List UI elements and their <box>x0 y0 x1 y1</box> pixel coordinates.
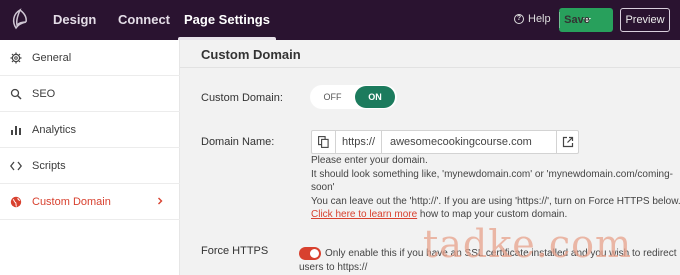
preview-button[interactable]: Preview <box>620 8 670 32</box>
open-domain-button[interactable] <box>556 131 578 153</box>
watermark: tadke.com <box>423 222 633 266</box>
sidebar-item-analytics[interactable]: Analytics <box>0 112 180 148</box>
force-https-label: Force HTTPS <box>201 245 269 257</box>
section-title: Custom Domain <box>201 47 301 62</box>
seedprod-logo-icon[interactable] <box>8 8 32 32</box>
copy-button[interactable] <box>312 131 336 153</box>
custom-domain-label: Custom Domain: <box>201 92 283 104</box>
force-https-note-2: users to https:// <box>299 262 368 273</box>
domain-name-label: Domain Name: <box>201 136 275 148</box>
tab-design[interactable]: Design <box>53 0 96 40</box>
sidebar-item-label: SEO <box>32 87 56 100</box>
domain-help-line-3: soon' <box>311 182 335 193</box>
gear-icon <box>10 52 22 64</box>
sidebar-item-label: Analytics <box>32 123 77 136</box>
custom-domain-toggle[interactable]: OFF ON <box>310 85 397 109</box>
domain-help-line-2: It should look something like, 'mynewdom… <box>311 169 673 180</box>
sidebar-item-general[interactable]: General <box>0 40 180 76</box>
question-circle-icon: ? <box>514 14 524 24</box>
force-https-toggle[interactable] <box>299 247 321 260</box>
save-button[interactable]: Save <box>559 14 595 26</box>
sidebar-item-custom-domain[interactable]: Custom Domain <box>0 184 180 220</box>
section-divider <box>180 67 680 68</box>
code-icon <box>10 161 22 171</box>
sidebar-item-label: General <box>32 51 72 64</box>
toggle-on-option[interactable]: ON <box>355 86 395 108</box>
external-link-icon <box>562 136 573 148</box>
bar-chart-icon <box>11 126 21 135</box>
help-link[interactable]: ? Help <box>514 13 551 25</box>
tab-connect[interactable]: Connect <box>118 0 170 40</box>
help-label: Help <box>528 13 551 25</box>
domain-name-field: https:// awesomecookingcourse.com <box>311 130 579 154</box>
sidebar-item-label: Custom Domain <box>32 195 111 208</box>
copy-icon <box>318 136 329 148</box>
sidebar-item-seo[interactable]: SEO <box>0 76 180 112</box>
sidebar-item-label: Scripts <box>32 159 66 172</box>
toggle-off-option[interactable]: OFF <box>310 92 355 102</box>
learn-more-link[interactable]: Click here to learn more <box>311 209 417 220</box>
sidebar-item-scripts[interactable]: Scripts <box>0 148 180 184</box>
tab-page-settings[interactable]: Page Settings <box>178 0 276 40</box>
search-icon <box>10 88 22 100</box>
https-prefix: https:// <box>336 131 382 153</box>
settings-sidebar: General SEO Analytics Scripts Custom Dom… <box>0 40 180 275</box>
domain-help-line-4: You can leave out the 'http://'. If you … <box>311 196 680 207</box>
globe-icon <box>10 196 22 208</box>
save-button-group: Save <box>559 8 613 32</box>
domain-help-line-5: Click here to learn more how to map your… <box>311 209 567 222</box>
domain-help-line-1: Please enter your domain. <box>311 155 428 166</box>
domain-name-input[interactable]: awesomecookingcourse.com <box>382 136 556 148</box>
chevron-right-icon <box>158 197 163 205</box>
learn-more-suffix: how to map your custom domain. <box>417 209 568 220</box>
top-bar: Design Connect Page Settings ? Help Save… <box>0 0 680 40</box>
